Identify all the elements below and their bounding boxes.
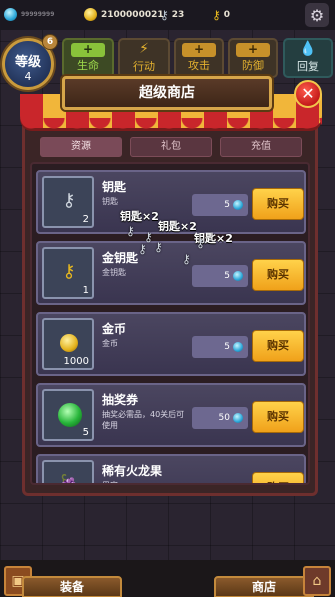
- dragonfruit-icon: 🍇: [58, 474, 81, 485]
- action-upgrade-button[interactable]: ⚡ 行动: [118, 38, 170, 78]
- green-orb-icon: [58, 403, 82, 427]
- reward-popup: 钥匙×2: [120, 210, 159, 223]
- item-price: 50: [192, 407, 248, 429]
- gear-icon: ⚙: [309, 5, 325, 25]
- gold-key-icon: ⚷: [212, 8, 221, 22]
- flying-key-icon: ⚷: [196, 236, 205, 250]
- defense-label: 防御: [242, 59, 264, 72]
- gold-key-icon: ⚷: [62, 261, 76, 282]
- tab-resources[interactable]: 资源: [40, 137, 122, 157]
- heal-button[interactable]: 💧 回复: [283, 38, 333, 78]
- item-quantity: 1000: [63, 356, 89, 367]
- reward-popup: 钥匙×2: [158, 220, 197, 233]
- close-icon: ✕: [301, 84, 315, 103]
- item-description: 钥匙: [102, 197, 118, 206]
- price-value: 5: [224, 200, 230, 210]
- item-name: 钥匙: [102, 180, 127, 194]
- gem-amount: 99999999: [21, 11, 55, 18]
- close-button[interactable]: ✕: [294, 80, 322, 108]
- gold-amount: 2100000021: [101, 9, 164, 20]
- awning-scallops: [20, 118, 322, 132]
- silver-key-icon: ⚷: [62, 190, 76, 211]
- gem-icon: [233, 413, 243, 423]
- level-notification-badge: 6: [42, 34, 58, 50]
- plus-icon: +: [71, 43, 105, 57]
- shop-title: 超级商店: [62, 76, 272, 110]
- heal-label: 回复: [297, 60, 319, 73]
- item-description: 金币: [102, 339, 118, 348]
- item-name: 金币: [102, 322, 127, 336]
- shop-item-list[interactable]: ⚷ 2 钥匙 钥匙 5 购买 ⚷ 1 金钥匙 金钥匙 5 购买 1000 金币 …: [30, 162, 310, 485]
- gem-icon: [4, 8, 17, 21]
- shop-tab[interactable]: 商店: [214, 576, 314, 597]
- flying-key-icon: ⚷: [138, 242, 147, 256]
- item-price: 5: [192, 194, 248, 216]
- equip-tab[interactable]: 装备: [22, 576, 122, 597]
- price-value: 5: [224, 271, 230, 281]
- buy-button[interactable]: 购买: [252, 330, 304, 362]
- shop-item-coin: 1000 金币 金币 5 购买: [36, 312, 306, 376]
- item-thumbnail: 🍇: [42, 460, 94, 485]
- item-thumbnail: ⚷ 2: [42, 176, 94, 228]
- shop-item-gold-key: ⚷ 1 金钥匙 金钥匙 5 购买: [36, 241, 306, 305]
- item-price: 5: [192, 336, 248, 358]
- silver-key-icon: ⚷: [160, 8, 169, 22]
- item-name: 金钥匙: [102, 251, 139, 265]
- action-label: 行动: [133, 60, 155, 73]
- item-quantity: 2: [82, 214, 89, 225]
- silver-key-counter: ⚷ 23: [160, 8, 184, 22]
- top-status-bar: 99999999 2100000021 ⚷ 23 ⚷ 0 ⚙: [0, 0, 335, 30]
- item-name: 抽奖券: [102, 393, 139, 407]
- flying-key-icon: ⚷: [154, 240, 163, 254]
- price-value: 50: [218, 413, 230, 423]
- hp-upgrade-button[interactable]: + 生命: [62, 38, 114, 78]
- attack-upgrade-button[interactable]: + 攻击: [174, 38, 224, 78]
- item-description: 抽奖必需品，40关后可使用: [102, 410, 185, 430]
- buy-button[interactable]: 购买: [252, 401, 304, 433]
- level-label: 等级: [14, 55, 41, 70]
- gem-icon: [233, 271, 243, 281]
- item-description: 金钥匙: [102, 268, 126, 277]
- coin-icon: [84, 8, 97, 21]
- buy-button[interactable]: 购买: [252, 188, 304, 220]
- tab-packs[interactable]: 礼包: [130, 137, 212, 157]
- gem-icon: [233, 200, 243, 210]
- hp-label: 生命: [77, 59, 99, 72]
- lightning-icon: ⚡: [139, 41, 149, 57]
- plus-icon: +: [182, 43, 216, 57]
- shop-item-dragonfruit: 🍇 稀有火龙果 果实 购买: [36, 454, 306, 485]
- coin-icon: [58, 332, 80, 354]
- item-quantity: 1: [82, 285, 89, 296]
- shop-tabs: 资源 礼包 充值: [40, 137, 302, 157]
- silver-key-amount: 23: [171, 10, 185, 20]
- item-thumbnail: 5: [42, 389, 94, 441]
- item-thumbnail: ⚷ 1: [42, 247, 94, 299]
- level-value: 4: [24, 70, 32, 83]
- attack-label: 攻击: [188, 59, 210, 72]
- item-thumbnail: 1000: [42, 318, 94, 370]
- flying-key-icon: ⚷: [126, 224, 135, 238]
- gold-counter: 2100000021: [84, 8, 164, 21]
- item-description: 果实: [102, 480, 188, 483]
- item-name: 稀有火龙果: [102, 464, 163, 478]
- settings-button[interactable]: ⚙: [305, 3, 329, 27]
- item-price: 5: [192, 265, 248, 287]
- gold-key-counter: ⚷ 0: [212, 8, 230, 22]
- gem-counter: 99999999: [4, 8, 54, 21]
- price-value: 5: [224, 342, 230, 352]
- water-drop-icon: 💧: [299, 41, 317, 57]
- tab-recharge[interactable]: 充值: [220, 137, 302, 157]
- shop-stall-icon[interactable]: ⌂: [303, 566, 331, 596]
- buy-button[interactable]: 购买: [252, 259, 304, 291]
- gold-key-amount: 0: [223, 10, 231, 20]
- plus-icon: +: [236, 43, 270, 57]
- defense-upgrade-button[interactable]: + 防御: [228, 38, 278, 78]
- shop-item-lottery-ticket: 5 抽奖券 抽奖必需品，40关后可使用 50 购买: [36, 383, 306, 447]
- item-quantity: 5: [82, 427, 89, 438]
- buy-button[interactable]: 购买: [252, 472, 304, 483]
- flying-key-icon: ⚷: [182, 252, 191, 266]
- gem-icon: [233, 342, 243, 352]
